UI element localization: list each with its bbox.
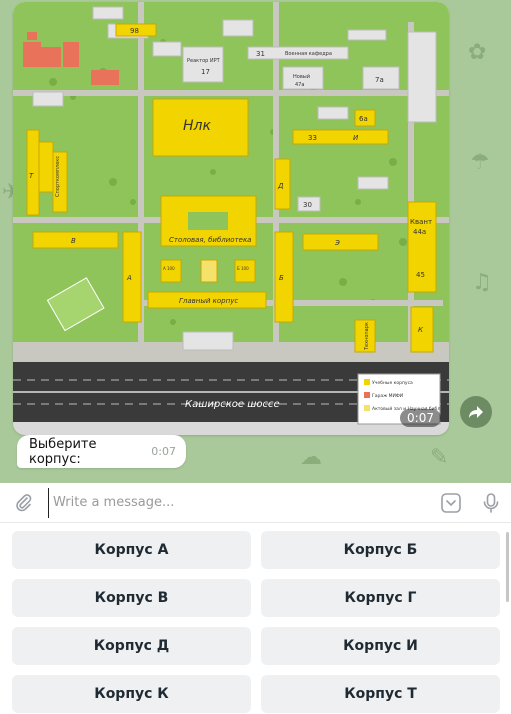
keyboard-button-korpus-v[interactable]: Корпус В: [12, 579, 251, 617]
keyboard-button-korpus-b[interactable]: Корпус Б: [261, 531, 500, 569]
legend-item-1: Гараж МИФИ: [372, 393, 403, 399]
share-arrow-icon: [469, 406, 483, 418]
map-label-military: Военная кафедра: [285, 51, 332, 57]
bot-commands-button[interactable]: [431, 483, 471, 523]
wallpaper-doodle: ✿: [468, 40, 487, 65]
map-label-45: 45: [416, 271, 425, 279]
photo-timestamp: 0:07: [400, 409, 441, 427]
wallpaper-doodle: ♫: [472, 270, 492, 295]
map-label-i: И: [353, 134, 359, 142]
keyboard-scrollbar[interactable]: [506, 532, 509, 602]
map-label-new: Новый: [293, 73, 310, 80]
map-label-b: Б: [279, 274, 284, 282]
keyboard-button-korpus-t[interactable]: Корпус Т: [261, 675, 500, 713]
map-label-reactor-num: 17: [201, 68, 210, 76]
chat-area: ✿ ☂ ♫ ✈ ☁ ✎ Нлк Столовая, библиотека Гла…: [0, 0, 511, 483]
map-label-7a: 7а: [375, 76, 384, 84]
map-label-new-num: 47а: [295, 82, 304, 88]
microphone-icon: [483, 492, 499, 513]
map-label-kvant: Квант: [410, 218, 432, 226]
map-label-d: Д: [277, 182, 284, 190]
map-label-reactor: Реактор ИРТ: [187, 58, 221, 64]
paperclip-icon: [16, 493, 32, 511]
message-time: 0:07: [151, 445, 176, 458]
message-composer: [0, 483, 511, 523]
map-label-a100: А 100: [163, 266, 175, 271]
wallpaper-doodle: ✎: [430, 445, 449, 470]
bot-keyboard: Корпус А Корпус Б Корпус В Корпус Г Корп…: [0, 524, 511, 714]
map-label-canteen: Столовая, библиотека: [169, 236, 251, 244]
wallpaper-doodle: ☁: [300, 445, 322, 470]
keyboard-button-korpus-k[interactable]: Корпус К: [12, 675, 251, 713]
map-label-6a: 6а: [359, 115, 368, 123]
keyboard-button-korpus-d[interactable]: Корпус Д: [12, 627, 251, 665]
bot-message: Выберите корпус: 0:07: [17, 435, 186, 468]
attach-button[interactable]: [0, 483, 48, 523]
photo-message[interactable]: Нлк Столовая, библиотека Главный корпус …: [13, 2, 449, 435]
map-label-main-building: Главный корпус: [179, 297, 238, 305]
map-label-v: В: [71, 237, 76, 245]
map-label-e: Э: [334, 239, 340, 247]
map-label-98: 98: [130, 27, 139, 35]
map-label-highway: Каширское шоссе: [185, 399, 280, 410]
voice-button[interactable]: [471, 483, 511, 523]
keyboard-button-korpus-a[interactable]: Корпус А: [12, 531, 251, 569]
message-text: Выберите корпус:: [29, 436, 97, 467]
map-label-sports: Спорткомплекс: [55, 156, 61, 197]
map-label-31: 31: [256, 50, 265, 58]
keyboard-button-korpus-g[interactable]: Корпус Г: [261, 579, 500, 617]
message-input[interactable]: [48, 487, 431, 518]
wallpaper-doodle: ☂: [470, 150, 490, 175]
map-label-t: Т: [29, 172, 34, 180]
legend-item-0: Учебные корпуса: [372, 380, 413, 386]
map-label-tech: Технопарк: [364, 322, 370, 351]
map-label-nlk: Нлк: [183, 118, 211, 134]
map-label-b100: Б 100: [237, 266, 249, 271]
map-label-kvant-num: 44а: [413, 228, 426, 236]
keyboard-button-korpus-i[interactable]: Корпус И: [261, 627, 500, 665]
share-button[interactable]: [460, 396, 492, 428]
map-label-33: 33: [308, 134, 317, 142]
campus-map-image: Нлк Столовая, библиотека Главный корпус …: [13, 2, 449, 435]
chevron-down-square-icon: [441, 492, 461, 513]
map-label-30: 30: [303, 201, 312, 209]
map-label-a: А: [126, 274, 132, 282]
